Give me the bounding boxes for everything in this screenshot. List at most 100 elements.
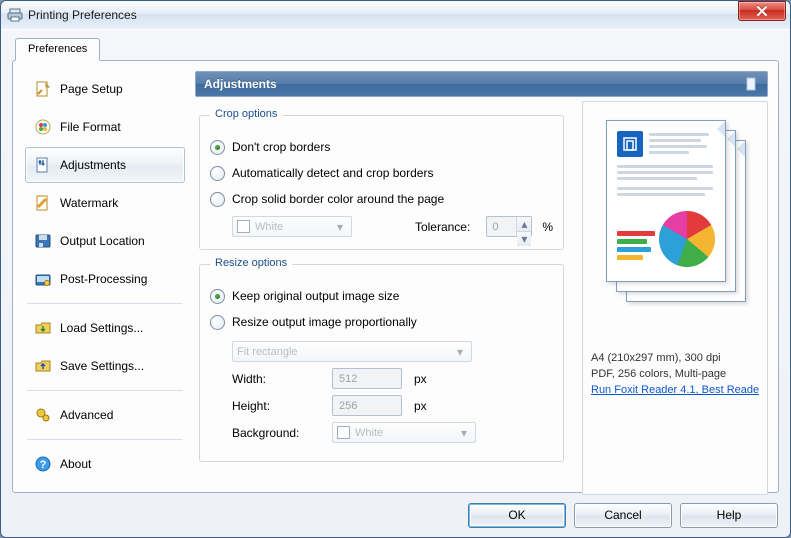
radio-row-solid-crop[interactable]: Crop solid border color around the page bbox=[210, 188, 553, 210]
svg-text:?: ? bbox=[40, 459, 47, 471]
load-settings-icon bbox=[34, 319, 52, 337]
radio-icon bbox=[210, 289, 225, 304]
about-icon: ? bbox=[34, 455, 52, 473]
cancel-button[interactable]: Cancel bbox=[574, 503, 672, 528]
tab-preferences[interactable]: Preferences bbox=[15, 38, 100, 61]
preview-column: A4 (210x297 mm), 300 dpi PDF, 256 colors… bbox=[582, 101, 768, 482]
sidebar-item-label: Advanced bbox=[60, 408, 113, 422]
preview-logo-icon bbox=[617, 131, 643, 157]
radio-row-proportional[interactable]: Resize output image proportionally bbox=[210, 311, 553, 333]
chevron-down-icon: ▾ bbox=[457, 426, 471, 440]
select-value: Fit rectangle bbox=[237, 346, 453, 358]
sidebar-item-label: About bbox=[60, 457, 91, 471]
tolerance-unit: % bbox=[542, 220, 553, 234]
panel-header: Adjustments bbox=[195, 71, 768, 97]
window-root: Printing Preferences Preferences Page Se… bbox=[0, 0, 791, 538]
background-label: Background: bbox=[232, 426, 324, 440]
radio-label: Keep original output image size bbox=[232, 289, 553, 303]
file-format-icon bbox=[34, 118, 52, 136]
background-color-select[interactable]: White ▾ bbox=[332, 422, 476, 443]
ok-button[interactable]: OK bbox=[468, 503, 566, 528]
panel-body: Crop options Don't crop borders Automati… bbox=[195, 101, 768, 482]
chevron-up-icon[interactable]: ▴ bbox=[517, 217, 531, 232]
document-preview bbox=[600, 110, 750, 338]
field-value: 512 bbox=[339, 373, 357, 385]
sidebar-item-advanced[interactable]: Advanced bbox=[25, 397, 185, 433]
select-value: White bbox=[355, 427, 457, 439]
radio-label: Resize output image proportionally bbox=[232, 315, 553, 329]
sidebar-item-adjustments[interactable]: Adjustments bbox=[25, 147, 185, 183]
preview-info-line: PDF, 256 colors, Multi-page bbox=[591, 368, 759, 380]
sidebar-item-label: Adjustments bbox=[60, 158, 126, 172]
panel-header-icon bbox=[745, 77, 759, 91]
sidebar-item-label: Output Location bbox=[60, 234, 145, 248]
sidebar-item-label: Post-Processing bbox=[60, 272, 147, 286]
width-field[interactable]: 512 bbox=[332, 368, 402, 389]
radio-label: Automatically detect and crop borders bbox=[232, 166, 553, 180]
sidebar-item-about[interactable]: ? About bbox=[25, 446, 185, 482]
group-crop-options: Crop options Don't crop borders Automati… bbox=[199, 115, 564, 250]
radio-row-auto-crop[interactable]: Automatically detect and crop borders bbox=[210, 162, 553, 184]
preview-info: A4 (210x297 mm), 300 dpi PDF, 256 colors… bbox=[591, 352, 759, 396]
tolerance-label: Tolerance: bbox=[362, 220, 476, 234]
preview-page-front bbox=[606, 120, 726, 282]
watermark-icon bbox=[34, 194, 52, 212]
radio-icon bbox=[210, 192, 225, 207]
sidebar-item-label: Load Settings... bbox=[60, 321, 143, 335]
window-title: Printing Preferences bbox=[28, 8, 738, 22]
footer: OK Cancel Help bbox=[1, 493, 790, 537]
radio-label: Crop solid border color around the page bbox=[232, 192, 553, 206]
sidebar-item-post-processing[interactable]: Post-Processing bbox=[25, 261, 185, 297]
sidebar-item-label: File Format bbox=[60, 120, 121, 134]
sidebar-item-page-setup[interactable]: Page Setup bbox=[25, 71, 185, 107]
save-settings-icon bbox=[34, 357, 52, 375]
tolerance-spin[interactable]: 0 ▴ ▾ bbox=[486, 216, 532, 237]
sidebar: Page Setup File Format Adjustments bbox=[25, 71, 185, 484]
group-resize-options: Resize options Keep original output imag… bbox=[199, 264, 564, 462]
sidebar-item-watermark[interactable]: Watermark bbox=[25, 185, 185, 221]
sidebar-item-save-settings[interactable]: Save Settings... bbox=[25, 348, 185, 384]
radio-row-dont-crop[interactable]: Don't crop borders bbox=[210, 136, 553, 158]
height-label: Height: bbox=[232, 399, 324, 413]
help-button[interactable]: Help bbox=[680, 503, 778, 528]
sidebar-item-load-settings[interactable]: Load Settings... bbox=[25, 310, 185, 346]
height-field[interactable]: 256 bbox=[332, 395, 402, 416]
sidebar-item-output-location[interactable]: Output Location bbox=[25, 223, 185, 259]
chevron-down-icon: ▾ bbox=[333, 220, 347, 234]
sidebar-separator bbox=[27, 303, 183, 304]
tabpage: Page Setup File Format Adjustments bbox=[12, 60, 779, 493]
sidebar-separator bbox=[27, 390, 183, 391]
spin-value: 0 bbox=[487, 221, 516, 233]
preview-run-link[interactable]: Run Foxit Reader 4.1, Best Reader for E bbox=[591, 384, 759, 396]
titlebar: Printing Preferences bbox=[1, 1, 790, 30]
crop-color-select[interactable]: White ▾ bbox=[232, 216, 352, 237]
tabstrip: Preferences bbox=[15, 38, 100, 61]
sidebar-item-label: Save Settings... bbox=[60, 359, 144, 373]
chevron-down-icon[interactable]: ▾ bbox=[517, 232, 531, 246]
field-value: 256 bbox=[339, 400, 357, 412]
radio-icon bbox=[210, 315, 225, 330]
post-processing-icon bbox=[34, 270, 52, 288]
close-icon bbox=[756, 6, 768, 16]
close-button[interactable] bbox=[738, 1, 786, 21]
panel-title: Adjustments bbox=[204, 77, 277, 91]
sidebar-item-file-format[interactable]: File Format bbox=[25, 109, 185, 145]
width-label: Width: bbox=[232, 372, 324, 386]
unit-label: px bbox=[414, 399, 427, 413]
sidebar-separator bbox=[27, 439, 183, 440]
color-swatch bbox=[237, 220, 250, 233]
select-value: White bbox=[255, 221, 333, 233]
group-title: Resize options bbox=[210, 257, 292, 269]
radio-label: Don't crop borders bbox=[232, 140, 553, 154]
color-swatch bbox=[337, 426, 350, 439]
adjustments-icon bbox=[34, 156, 52, 174]
preview-box: A4 (210x297 mm), 300 dpi PDF, 256 colors… bbox=[582, 101, 768, 495]
unit-label: px bbox=[414, 372, 427, 386]
client-area: Preferences Page Setup File Format bbox=[1, 29, 790, 537]
resize-mode-select[interactable]: Fit rectangle ▾ bbox=[232, 341, 472, 362]
page-setup-icon bbox=[34, 80, 52, 98]
advanced-icon bbox=[34, 406, 52, 424]
radio-row-keep-size[interactable]: Keep original output image size bbox=[210, 285, 553, 307]
preview-info-line: A4 (210x297 mm), 300 dpi bbox=[591, 352, 759, 364]
radio-icon bbox=[210, 166, 225, 181]
